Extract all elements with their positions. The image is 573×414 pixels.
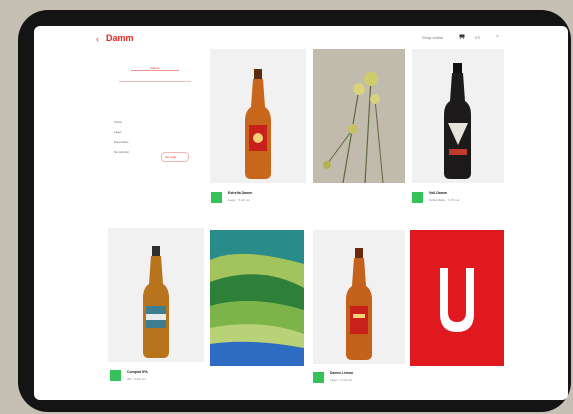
active-filter-label: Ver todo <box>165 155 177 159</box>
close-icon[interactable]: × <box>496 34 499 40</box>
editorial-photo[interactable] <box>313 49 405 183</box>
product-image[interactable] <box>210 49 306 183</box>
filter-item[interactable]: Todos <box>114 120 122 124</box>
product-title[interactable]: Voll-Damm <box>429 191 447 195</box>
product-image[interactable] <box>313 230 405 364</box>
hills-illustration <box>210 230 304 366</box>
product-image[interactable] <box>108 228 204 362</box>
landscape-artwork[interactable] <box>210 230 304 366</box>
product-subtitle: Lager · 5,4% vol <box>228 198 250 202</box>
divider <box>131 70 179 71</box>
bottle-illustration <box>346 248 372 360</box>
divider <box>119 81 191 82</box>
product-badge <box>211 192 222 203</box>
product-title[interactable]: Complot IPA <box>127 370 148 374</box>
brand-logo[interactable]: Damm <box>106 33 134 44</box>
product-image[interactable] <box>412 49 504 183</box>
product-subtitle: Lager · 5,4% vol <box>330 378 352 382</box>
product-badge <box>313 372 324 383</box>
product-subtitle: Doble Malta · 7,2% vol <box>429 198 460 202</box>
bottle-illustration <box>444 63 471 179</box>
product-title[interactable]: Estrella Damm <box>228 191 252 195</box>
app-screen: ‹ Damm Shop online ES × Damm Todos Lager… <box>34 26 568 400</box>
bottle-illustration <box>245 69 271 179</box>
filter-item[interactable]: Lager <box>114 130 122 134</box>
product-title[interactable]: Damm Lemon <box>330 371 353 375</box>
language-selector[interactable]: ES <box>475 35 480 40</box>
filter-item[interactable]: Especiales <box>114 140 129 144</box>
product-badge <box>110 370 121 381</box>
product-subtitle: IPA · 6,6% vol <box>127 377 146 381</box>
bottle-illustration <box>143 246 169 358</box>
cart-icon[interactable] <box>459 33 465 39</box>
flowers-illustration <box>313 49 405 183</box>
shop-online-link[interactable]: Shop online <box>422 35 443 40</box>
filter-item[interactable]: Sin Alcohol <box>114 150 129 154</box>
chevron-left-icon[interactable]: ‹ <box>96 34 99 44</box>
u-logo-icon <box>440 268 474 332</box>
product-badge <box>412 192 423 203</box>
brand-banner[interactable] <box>410 230 504 366</box>
